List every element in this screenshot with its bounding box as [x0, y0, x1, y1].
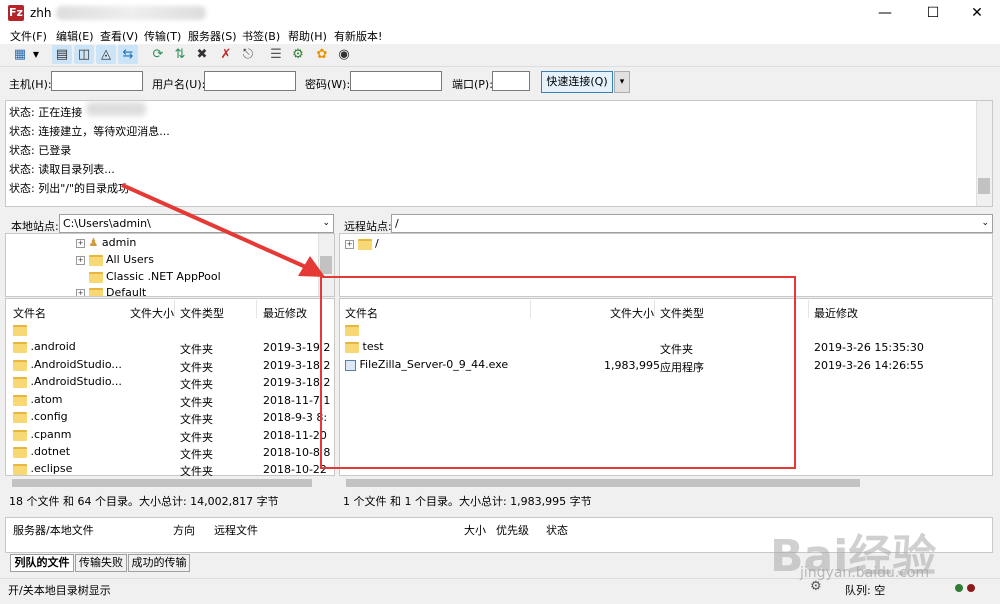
highlight-rectangle — [320, 276, 796, 469]
baidu-watermark-url: jingyan.baidu.com — [800, 565, 930, 581]
